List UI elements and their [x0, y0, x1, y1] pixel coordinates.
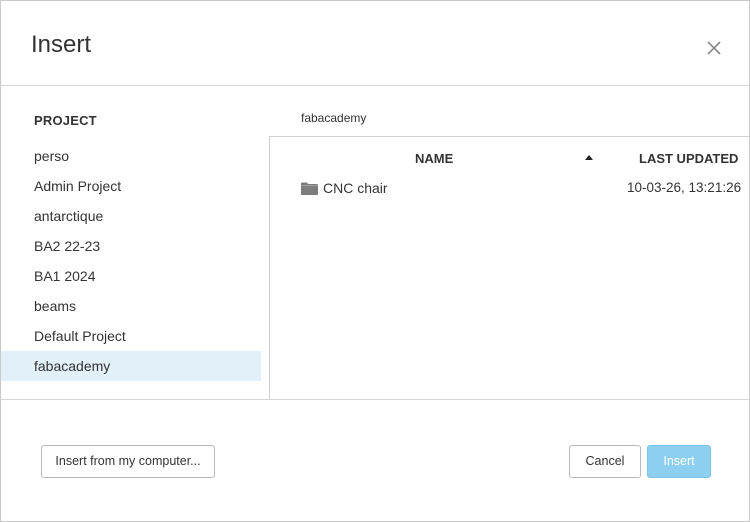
project-heading: PROJECT: [34, 113, 97, 128]
project-item-perso[interactable]: perso: [1, 141, 261, 171]
project-panel: PROJECT perso Admin Project antarctique …: [1, 85, 269, 399]
folder-icon: [301, 182, 318, 200]
project-item-admin-project[interactable]: Admin Project: [1, 171, 261, 201]
file-browser: NAME LAST UPDATED CNC chair 10-03-26, 13…: [269, 136, 750, 400]
column-header-last-updated[interactable]: LAST UPDATED: [639, 151, 738, 166]
breadcrumb: fabacademy: [301, 111, 367, 125]
insert-from-computer-button[interactable]: Insert from my computer...: [41, 445, 215, 478]
sort-ascending-icon[interactable]: [585, 155, 593, 160]
close-icon[interactable]: [705, 39, 723, 57]
insert-dialog: Insert PROJECT perso Admin Project antar…: [0, 0, 750, 522]
dialog-title: Insert: [31, 31, 92, 58]
project-list: perso Admin Project antarctique BA2 22-2…: [1, 141, 261, 381]
project-item-beams[interactable]: beams: [1, 291, 261, 321]
file-row[interactable]: CNC chair 10-03-26, 13:21:26: [270, 175, 750, 203]
project-item-ba2-22-23[interactable]: BA2 22-23: [1, 231, 261, 261]
cancel-button[interactable]: Cancel: [569, 445, 641, 478]
insert-button[interactable]: Insert: [647, 445, 711, 478]
project-item-ba1-2024[interactable]: BA1 2024: [1, 261, 261, 291]
footer-divider: [1, 399, 749, 400]
column-header-name[interactable]: NAME: [415, 151, 453, 166]
dialog-header: Insert: [1, 1, 749, 86]
project-item-antarctique[interactable]: antarctique: [1, 201, 261, 231]
project-item-fabacademy[interactable]: fabacademy: [1, 351, 261, 381]
file-name: CNC chair: [323, 180, 388, 196]
project-item-default-project[interactable]: Default Project: [1, 321, 261, 351]
file-last-updated: 10-03-26, 13:21:26: [627, 180, 742, 195]
